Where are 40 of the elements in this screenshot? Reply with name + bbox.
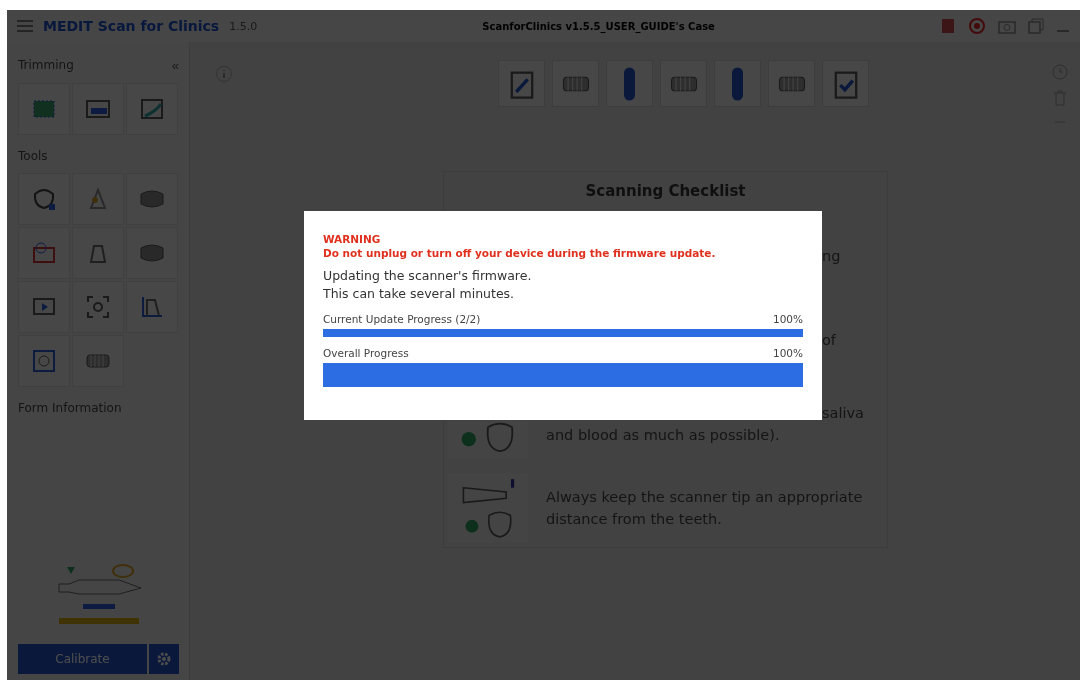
tool-button[interactable] <box>72 227 124 279</box>
stage-button[interactable] <box>768 60 815 107</box>
stage-button[interactable] <box>552 60 599 107</box>
tool-button[interactable] <box>72 335 124 387</box>
tool-button[interactable] <box>72 173 124 225</box>
app-title: MEDIT Scan for Clinics <box>43 18 220 34</box>
progress-label: Current Update Progress (2/2) <box>323 313 481 325</box>
settings-button[interactable] <box>149 644 179 674</box>
tool-button[interactable] <box>18 281 70 333</box>
progress-label: Overall Progress <box>323 347 409 359</box>
message-text: This can take several minutes. <box>323 285 516 303</box>
progress-reading: 100% <box>772 313 803 325</box>
collapse-button[interactable]: « <box>171 58 179 73</box>
tool-button[interactable] <box>18 335 70 387</box>
settings-icon <box>156 651 172 667</box>
stage-button[interactable] <box>660 60 707 107</box>
stage-button[interactable] <box>714 60 761 107</box>
tool-button[interactable] <box>18 227 70 279</box>
tool-button[interactable] <box>18 173 70 225</box>
stage-button[interactable] <box>822 60 869 107</box>
menu-icon[interactable] <box>17 20 33 32</box>
tool-button[interactable] <box>72 83 124 135</box>
tool-button[interactable] <box>126 83 178 135</box>
case-title: ScanforClinics v1.5.5_USER_GUIDE's Case <box>481 20 716 32</box>
warning-text: Do not unplug or turn off your device during the firmware update. <box>323 247 717 259</box>
tool-button[interactable] <box>126 173 178 225</box>
progress-reading: 100% <box>772 347 803 359</box>
tool-button[interactable] <box>18 83 70 135</box>
tool-button[interactable] <box>126 227 178 279</box>
window-icon[interactable] <box>1028 18 1044 34</box>
message-text: Updating the scanner's firmware. <box>323 267 533 285</box>
tool-button[interactable] <box>126 281 178 333</box>
warning-title: WARNING <box>323 233 382 245</box>
scanner-icon <box>624 66 635 101</box>
tool-button[interactable] <box>72 281 124 333</box>
camera-icon[interactable] <box>998 18 1016 34</box>
stage-button[interactable] <box>606 60 653 107</box>
calibrate-button[interactable]: Calibrate <box>18 644 147 674</box>
scanner-icon <box>732 66 743 101</box>
stage-button[interactable] <box>498 60 545 107</box>
